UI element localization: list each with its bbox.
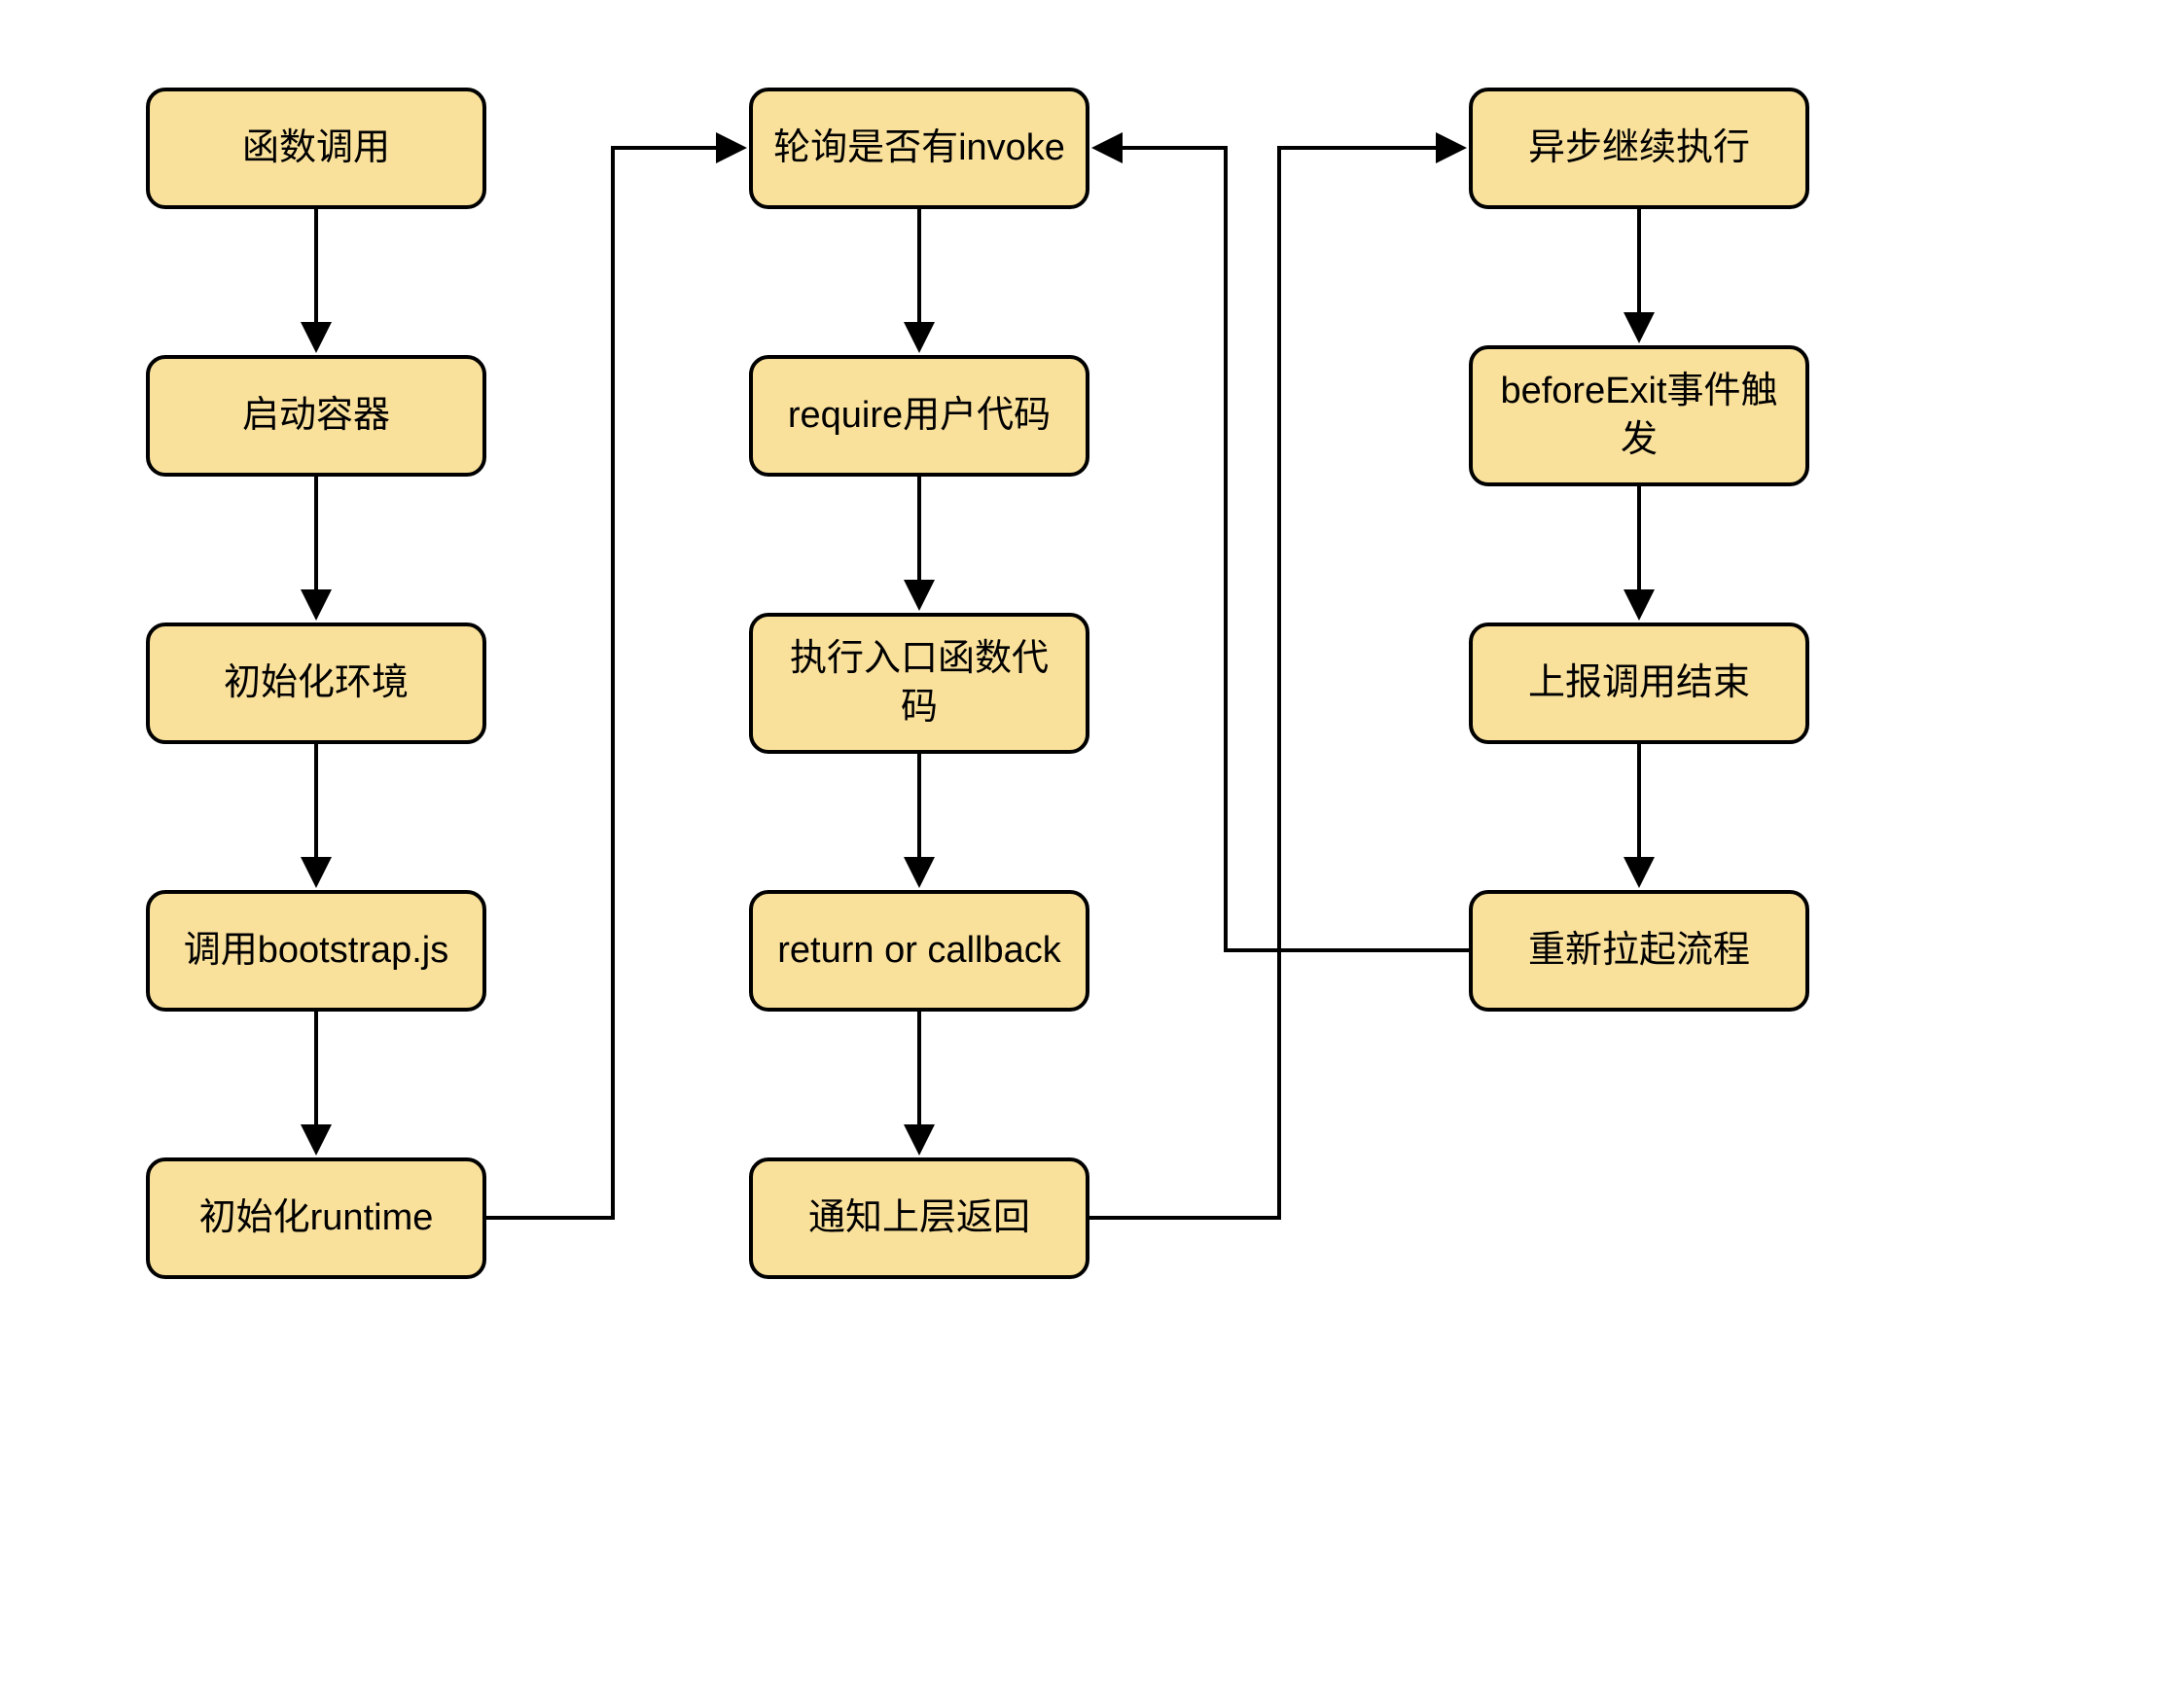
node-label: 启动容器 [242, 392, 390, 440]
node-label: 初始化环境 [224, 659, 409, 707]
node-poll-invoke: 轮询是否有invoke [749, 88, 1089, 209]
node-label: 执行入口函数代码 [772, 635, 1066, 731]
node-label: 异步继续执行 [1528, 125, 1750, 172]
node-notify-upper: 通知上层返回 [749, 1157, 1089, 1279]
node-label: 函数调用 [242, 125, 390, 172]
node-label: 轮询是否有invoke [773, 125, 1065, 172]
flow-arrows [0, 0, 2177, 1708]
arrow-n5-n6 [486, 148, 739, 1218]
arrow-n14-n6 [1099, 148, 1469, 950]
node-label: 重新拉起流程 [1528, 927, 1750, 975]
node-exec-entry: 执行入口函数代码 [749, 613, 1089, 754]
node-report-end: 上报调用结束 [1469, 623, 1809, 744]
node-function-call: 函数调用 [146, 88, 486, 209]
node-init-runtime: 初始化runtime [146, 1157, 486, 1279]
node-label: return or callback [777, 927, 1060, 975]
node-return-callback: return or callback [749, 890, 1089, 1012]
arrow-n10-n11 [1089, 148, 1459, 1218]
node-init-env: 初始化环境 [146, 623, 486, 744]
node-call-bootstrap: 调用bootstrap.js [146, 890, 486, 1012]
node-require-user-code: require用户代码 [749, 355, 1089, 477]
node-label: 上报调用结束 [1528, 659, 1750, 707]
node-start-container: 启动容器 [146, 355, 486, 477]
node-async-continue: 异步继续执行 [1469, 88, 1809, 209]
node-label: beforeExit事件触发 [1492, 368, 1786, 464]
node-restart-flow: 重新拉起流程 [1469, 890, 1809, 1012]
node-label: 通知上层返回 [808, 1194, 1030, 1242]
node-label: require用户代码 [788, 392, 1051, 440]
node-label: 初始化runtime [199, 1194, 434, 1242]
node-label: 调用bootstrap.js [184, 927, 448, 975]
flowchart-canvas: 函数调用 启动容器 初始化环境 调用bootstrap.js 初始化runtim… [0, 0, 2177, 1708]
node-before-exit: beforeExit事件触发 [1469, 345, 1809, 486]
